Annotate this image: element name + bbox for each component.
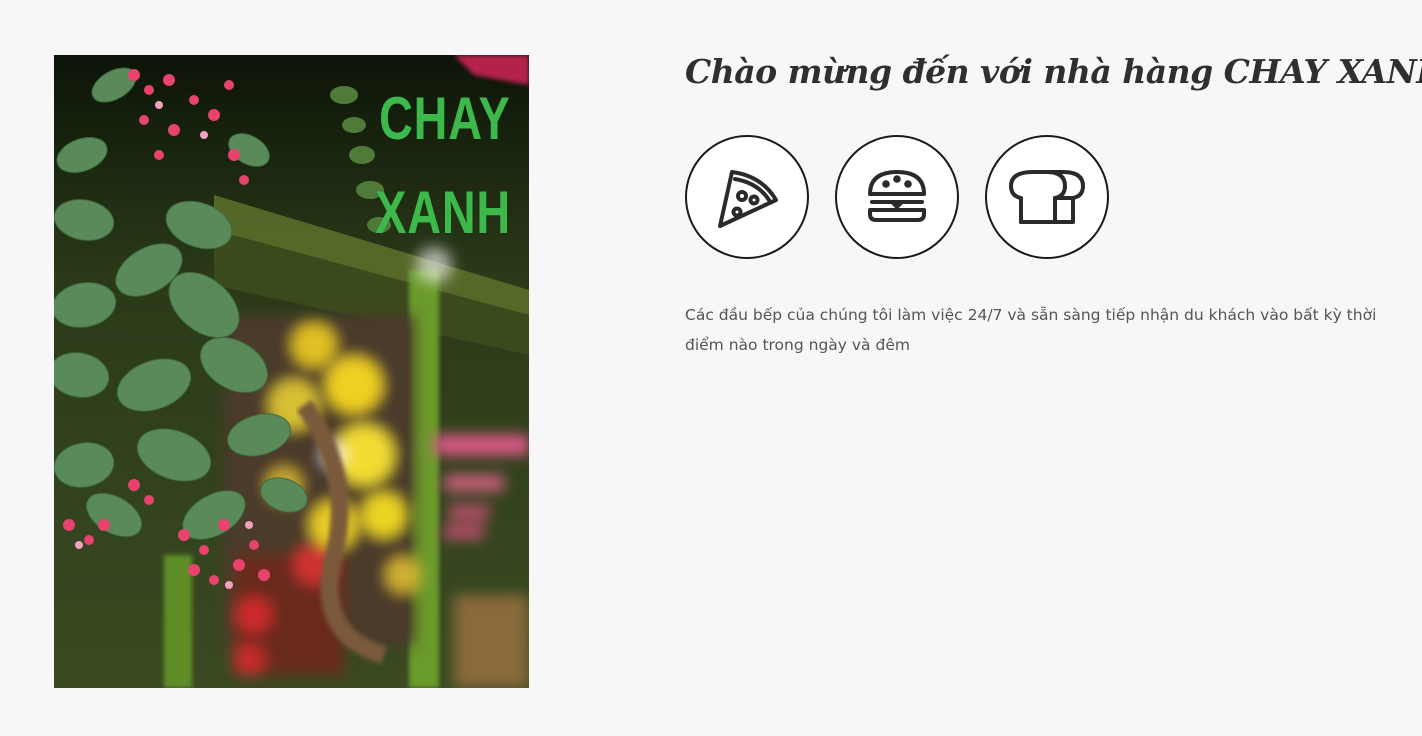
restaurant-photo: CHAY XANH: [54, 55, 529, 688]
photo-sign-line-2: XANH: [375, 179, 511, 246]
pizza-icon-circle: [685, 135, 809, 259]
food-icons-row: [685, 135, 1109, 259]
bread-icon: [1009, 170, 1085, 224]
bread-icon-circle: [985, 135, 1109, 259]
photo-sign-line-1: CHAY: [379, 85, 511, 152]
burger-icon: [868, 170, 926, 222]
description-text: Các đầu bếp của chúng tôi làm việc 24/7 …: [685, 306, 1377, 354]
page-title: Chào mừng đến với nhà hàng CHAY XANH: [685, 52, 1422, 91]
pizza-icon: [718, 170, 778, 228]
burger-icon-circle: [835, 135, 959, 259]
